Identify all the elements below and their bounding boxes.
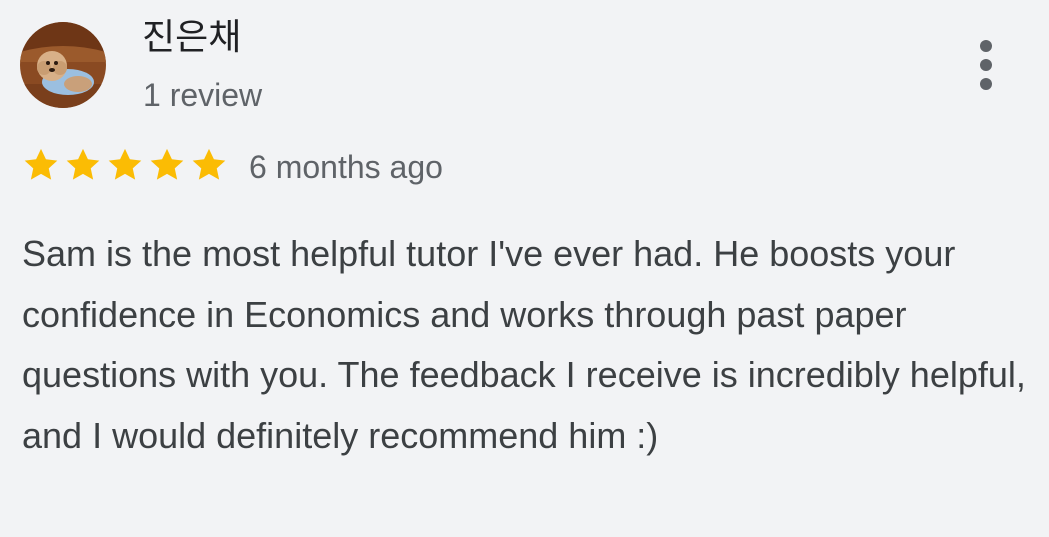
star-rating [22, 146, 228, 186]
reviewer-name[interactable]: 진은채 [142, 14, 241, 62]
star-icon [192, 148, 226, 180]
more-options-button[interactable] [966, 36, 1008, 94]
review-card: 진은채 1 review 6 months ago Sam is the mos… [0, 0, 1049, 537]
more-vert-dot [980, 40, 992, 52]
more-vert-dot [980, 78, 992, 90]
star-icon [24, 148, 58, 180]
review-date: 6 months ago [249, 149, 443, 185]
star-icon [150, 148, 184, 180]
review-count: 1 review [143, 77, 263, 113]
avatar[interactable] [20, 22, 106, 108]
more-vert-dot [980, 59, 992, 71]
star-icon [108, 148, 142, 180]
star-icon [66, 148, 100, 180]
review-text: Sam is the most helpful tutor I've ever … [22, 233, 1026, 456]
dog-avatar-icon [20, 22, 106, 108]
